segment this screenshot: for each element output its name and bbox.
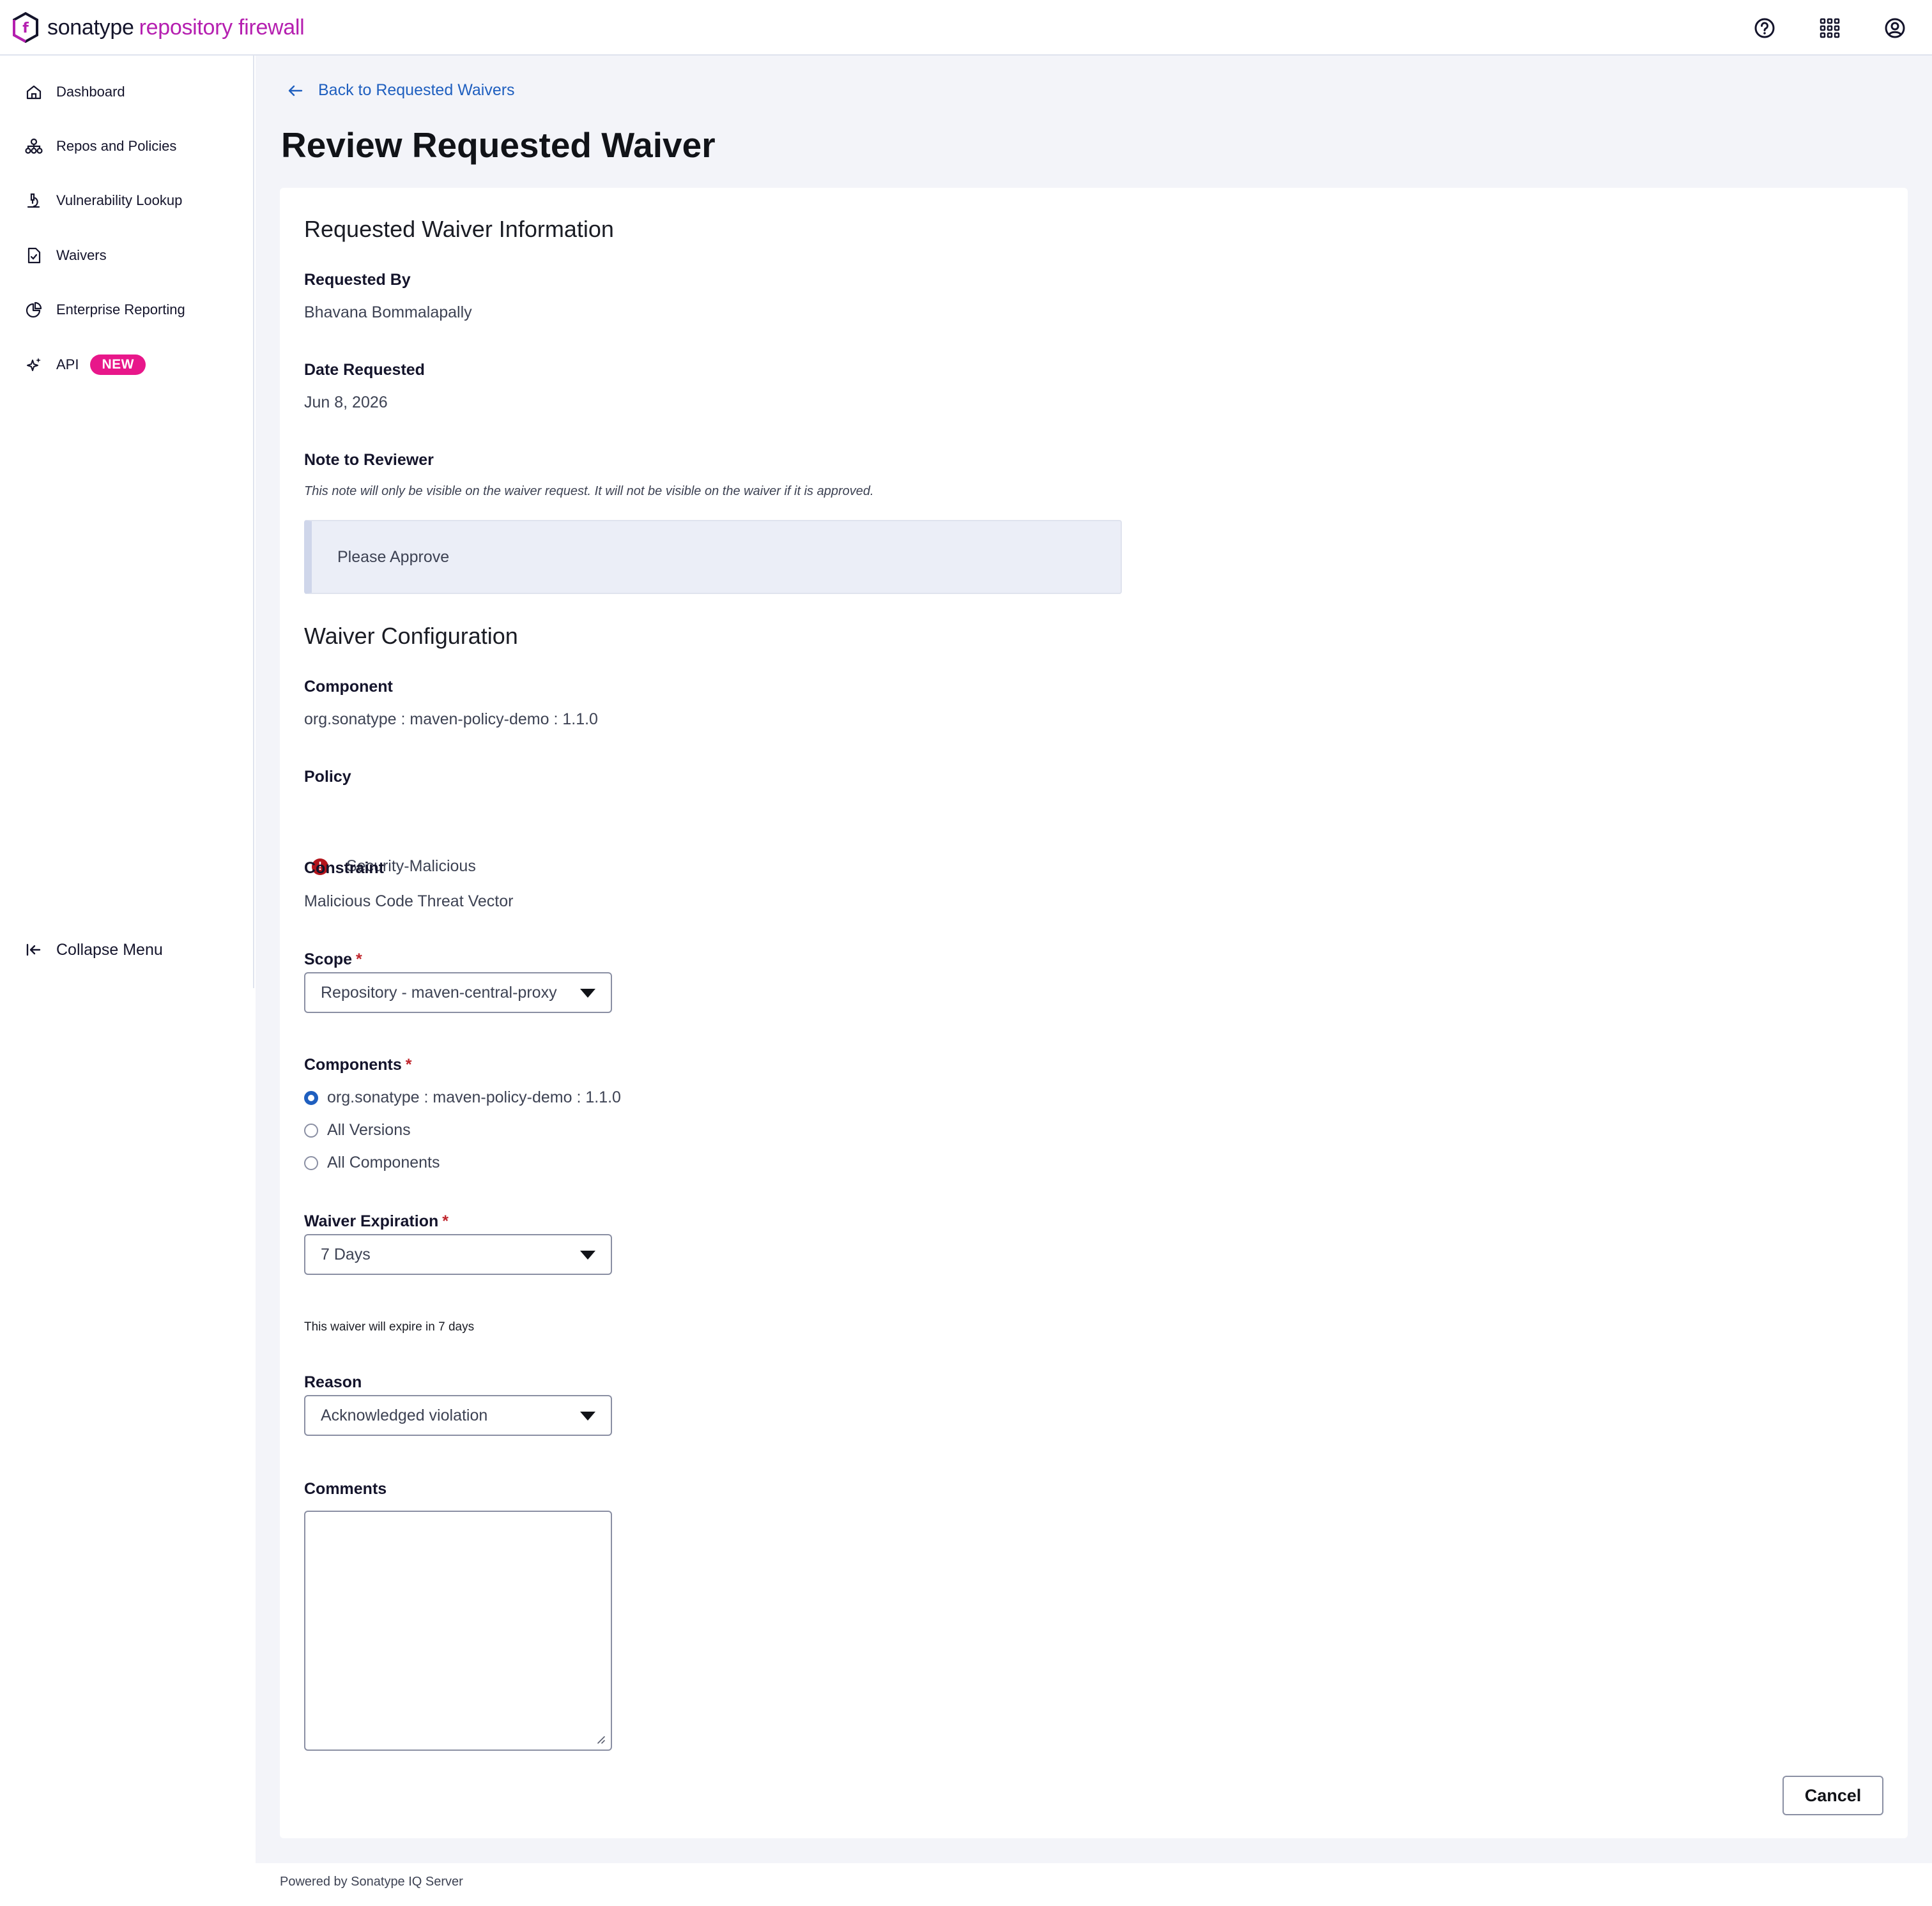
scope-select[interactable]: Repository - maven-central-proxy <box>304 972 612 1013</box>
policy-label: Policy <box>304 768 351 786</box>
user-account-icon[interactable] <box>1882 15 1908 41</box>
microscope-icon <box>24 191 43 210</box>
sidebar-item-waivers[interactable]: Waivers <box>24 240 107 271</box>
required-marker: * <box>405 1056 412 1074</box>
arrow-left-icon <box>288 85 303 96</box>
reason-select[interactable]: Acknowledged violation <box>304 1395 612 1436</box>
sidebar-item-label: Vulnerability Lookup <box>56 192 183 208</box>
note-helper-text: This note will only be visible on the wa… <box>304 484 874 498</box>
waiver-expiration-label-text: Waiver Expiration <box>304 1212 439 1230</box>
brand-primary: sonatype <box>47 15 134 40</box>
collapse-menu-button[interactable]: Collapse Menu <box>24 934 163 966</box>
sidebar-item-api[interactable]: API NEW <box>24 349 146 381</box>
component-value: org.sonatype : maven-policy-demo : 1.1.0 <box>304 710 598 728</box>
requested-waiver-info-title: Requested Waiver Information <box>304 216 614 242</box>
brand-name: sonatype repository firewall <box>47 15 305 40</box>
radio-unselected-icon <box>304 1123 318 1138</box>
components-label: Components * <box>304 1056 412 1074</box>
resize-grip-icon[interactable] <box>595 1734 606 1744</box>
components-option-exact[interactable]: org.sonatype : maven-policy-demo : 1.1.0 <box>304 1088 621 1107</box>
comments-textarea[interactable] <box>304 1511 612 1751</box>
constraint-value: Malicious Code Threat Vector <box>304 892 514 910</box>
scope-label-text: Scope <box>304 950 353 968</box>
waiver-review-card: Requested Waiver Information Requested B… <box>280 188 1908 1838</box>
sidebar-item-vulnerability-lookup[interactable]: Vulnerability Lookup <box>24 185 182 217</box>
sidebar-item-label: Repos and Policies <box>56 138 177 154</box>
components-option-all-components[interactable]: All Components <box>304 1154 440 1172</box>
expiration-selected-value: 7 Days <box>321 1245 371 1263</box>
date-requested-label: Date Requested <box>304 361 425 379</box>
constraint-label: Constraint <box>304 859 384 877</box>
sidebar-item-enterprise-reporting[interactable]: Enterprise Reporting <box>24 294 185 326</box>
scope-label: Scope * <box>304 950 362 969</box>
caret-down-icon <box>580 1251 595 1260</box>
sparkle-icon <box>24 355 43 374</box>
main-content: Back to Requested Waivers Review Request… <box>256 56 1932 1863</box>
collapse-arrow-icon <box>24 940 43 959</box>
note-to-reviewer-label: Note to Reviewer <box>304 451 434 469</box>
date-requested-value: Jun 8, 2026 <box>304 393 388 411</box>
sidebar-item-dashboard[interactable]: Dashboard <box>24 76 125 108</box>
components-label-text: Components <box>304 1056 402 1074</box>
caret-down-icon <box>580 1412 595 1421</box>
sidebar-item-label: Enterprise Reporting <box>56 301 185 317</box>
component-label: Component <box>304 678 393 696</box>
footer: Powered by Sonatype IQ Server <box>256 1863 1932 1906</box>
sidebar-item-label: Dashboard <box>56 84 125 100</box>
reason-label: Reason <box>304 1373 362 1391</box>
sidebar: Dashboard Repos and Policies Vulnerabili… <box>0 56 254 988</box>
top-header: f sonatype repository firewall <box>0 0 1932 56</box>
sidebar-item-label: Waivers <box>56 247 107 263</box>
note-to-reviewer-box: Please Approve <box>304 520 1122 594</box>
sidebar-item-repos-and-policies[interactable]: Repos and Policies <box>24 130 176 162</box>
waiver-configuration-title: Waiver Configuration <box>304 623 518 649</box>
radio-label: All Components <box>327 1154 440 1171</box>
new-badge: NEW <box>90 355 146 375</box>
app-logo[interactable]: f sonatype repository firewall <box>12 11 305 43</box>
comments-label: Comments <box>304 1480 387 1498</box>
document-check-icon <box>24 246 43 265</box>
radio-selected-icon <box>304 1090 318 1105</box>
components-option-all-versions[interactable]: All Versions <box>304 1121 411 1140</box>
scope-selected-value: Repository - maven-central-proxy <box>321 983 557 1002</box>
footer-text: Powered by Sonatype IQ Server <box>280 1875 463 1889</box>
waiver-expiration-select[interactable]: 7 Days <box>304 1234 612 1275</box>
collapse-menu-label: Collapse Menu <box>56 940 163 959</box>
apps-grid-icon[interactable] <box>1817 15 1843 41</box>
radio-label: All Versions <box>327 1121 411 1139</box>
svg-text:f: f <box>22 20 29 36</box>
waiver-expiration-label: Waiver Expiration * <box>304 1212 448 1231</box>
radio-unselected-icon <box>304 1155 318 1170</box>
expiration-note: This waiver will expire in 7 days <box>304 1320 475 1334</box>
reason-selected-value: Acknowledged violation <box>321 1406 488 1424</box>
help-icon[interactable] <box>1752 15 1777 41</box>
required-marker: * <box>356 950 362 968</box>
brand-secondary: repository firewall <box>139 15 305 40</box>
back-to-requested-waivers-link[interactable]: Back to Requested Waivers <box>286 81 515 100</box>
page-title: Review Requested Waiver <box>281 125 716 165</box>
firewall-logo-icon: f <box>13 11 38 43</box>
sidebar-item-label: API <box>56 356 79 372</box>
radio-label: org.sonatype : maven-policy-demo : 1.1.0 <box>327 1088 621 1106</box>
hierarchy-icon <box>24 137 43 156</box>
home-icon <box>24 82 43 102</box>
pie-chart-icon <box>24 300 43 319</box>
back-link-label: Back to Requested Waivers <box>318 81 515 99</box>
cancel-button[interactable]: Cancel <box>1782 1776 1883 1815</box>
requested-by-value: Bhavana Bommalapally <box>304 303 472 321</box>
note-text: Please Approve <box>337 547 450 566</box>
required-marker: * <box>442 1212 448 1230</box>
caret-down-icon <box>580 989 595 998</box>
requested-by-label: Requested By <box>304 271 411 289</box>
